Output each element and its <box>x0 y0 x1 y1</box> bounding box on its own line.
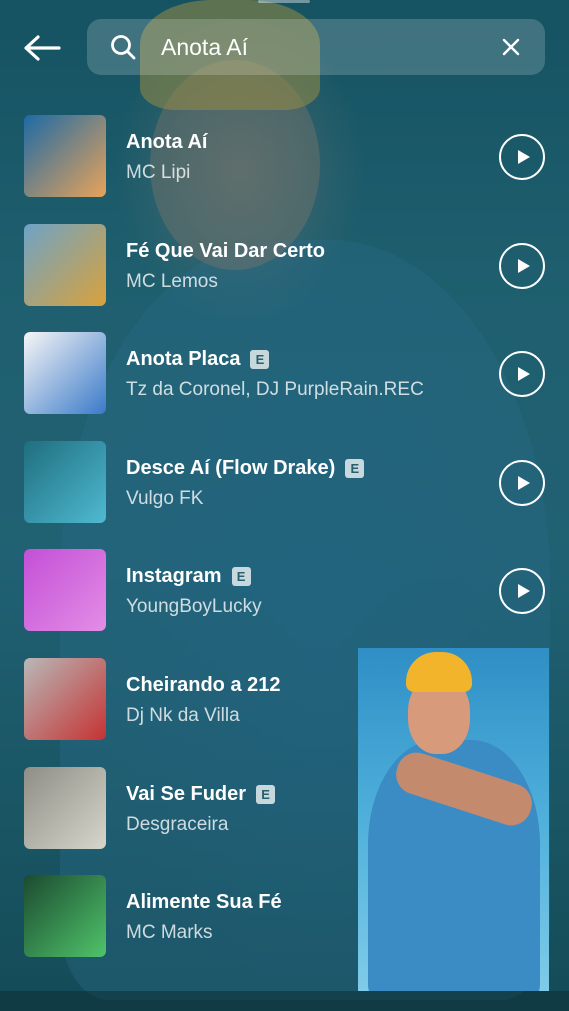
song-title-text: Anota Placa <box>126 348 241 371</box>
album-cover <box>24 549 106 632</box>
preview-cap-shape <box>406 652 472 692</box>
explicit-badge: E <box>231 567 251 587</box>
play-icon <box>518 584 530 599</box>
play-preview-button[interactable] <box>499 134 545 180</box>
song-title-text: Cheirando a 212 <box>126 673 281 696</box>
explicit-badge: E <box>250 350 270 370</box>
artist-name: MC Lemos <box>126 270 218 292</box>
search-bar[interactable] <box>87 19 545 75</box>
song-title: Cheirando a 212 <box>126 674 281 697</box>
song-result-row[interactable]: Instagram E YoungBoyLucky <box>0 536 569 645</box>
song-title: Vai Se Fuder E <box>126 782 276 806</box>
song-title: Alimente Sua Fé <box>126 891 282 914</box>
song-result-row[interactable]: Desce Aí (Flow Drake) E Vulgo FK <box>0 428 569 537</box>
play-icon <box>518 150 530 164</box>
song-title-text: Anota Aí <box>126 131 208 153</box>
back-arrow-icon <box>24 35 61 61</box>
album-cover <box>24 440 106 523</box>
song-title: Fé Que Vai Dar Certo <box>126 240 325 263</box>
close-icon[interactable] <box>497 33 525 61</box>
play-preview-button[interactable] <box>499 351 545 398</box>
play-preview-button[interactable] <box>499 242 545 289</box>
play-icon <box>518 258 530 273</box>
artist-name: Tz da Coronel, DJ PurpleRain.REC <box>126 379 424 401</box>
artist-name: Vulgo FK <box>126 487 204 509</box>
play-preview-button[interactable] <box>499 568 545 615</box>
song-title-text: Vai Se Fuder <box>126 782 247 805</box>
artist-name: Dj Nk da Villa <box>126 704 240 726</box>
artist-name: Desgraceira <box>126 813 229 835</box>
song-result-row[interactable]: Anota Placa E Tz da Coronel, DJ PurpleRain… <box>0 319 569 428</box>
song-title: Anota Placa E <box>126 348 270 371</box>
song-title-text: Instagram <box>126 565 222 588</box>
album-cover <box>24 332 106 415</box>
song-title: Desce Aí (Flow Drake) E <box>126 456 365 480</box>
explicit-badge: E <box>256 784 276 804</box>
search-input[interactable] <box>161 29 481 65</box>
song-result-row[interactable]: Fé Que Vai Dar Certo MC Lemos <box>0 211 569 320</box>
search-icon <box>111 35 136 60</box>
song-result-row[interactable]: Anota Aí MC Lipi <box>0 102 569 211</box>
album-cover <box>24 115 106 197</box>
song-title-text: Fé Que Vai Dar Certo <box>126 239 325 262</box>
back-button[interactable] <box>18 28 66 68</box>
artist-name: MC Lipi <box>126 162 191 183</box>
explicit-badge: E <box>345 458 365 478</box>
album-cover <box>24 657 106 740</box>
search-header <box>0 0 569 92</box>
album-cover <box>24 766 106 849</box>
play-preview-button[interactable] <box>499 459 545 506</box>
album-cover <box>24 875 106 958</box>
song-title: Instagram E <box>126 565 251 588</box>
song-title-text: Desce Aí (Flow Drake) <box>126 456 336 479</box>
bottom-edge <box>0 991 569 1011</box>
song-title: Anota Aí <box>126 131 207 154</box>
play-icon <box>518 475 530 490</box>
video-preview[interactable] <box>358 648 549 991</box>
artist-name: MC Marks <box>126 922 213 944</box>
play-icon <box>518 367 530 382</box>
album-cover <box>24 223 106 306</box>
artist-name: YoungBoyLucky <box>126 596 262 618</box>
song-title-text: Alimente Sua Fé <box>126 891 282 914</box>
